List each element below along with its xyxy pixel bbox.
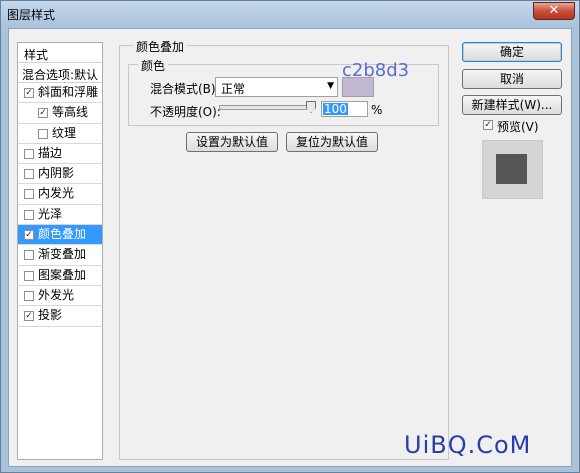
style-item-checkbox[interactable]: ✓ bbox=[24, 88, 34, 98]
hex-annotation: c2b8d3 bbox=[342, 60, 410, 81]
style-item[interactable]: 内阴影 bbox=[18, 164, 102, 185]
style-item[interactable]: ✓ 颜色叠加 bbox=[18, 225, 102, 246]
dialog-client: 样式 混合选项:默认 ✓ 斜面和浮雕 ✓ 等高线纹理描边内阴影内发光光泽 ✓ 颜色叠加渐变… bbox=[8, 28, 572, 467]
close-button[interactable]: ✕ bbox=[533, 2, 575, 20]
style-item[interactable]: 纹理 bbox=[18, 124, 102, 144]
opacity-value: 100 bbox=[323, 102, 348, 116]
style-item-checkbox[interactable] bbox=[38, 128, 48, 139]
style-item-checkbox[interactable]: ✓ bbox=[24, 230, 34, 241]
blend-mode-value: 正常 bbox=[221, 82, 246, 96]
style-item[interactable]: 图案叠加 bbox=[18, 266, 102, 286]
style-item-checkbox[interactable] bbox=[24, 189, 34, 200]
style-item-label: 内发光 bbox=[38, 186, 75, 201]
blend-mode-select[interactable]: 正常 ▼ bbox=[215, 77, 338, 97]
style-item-label: 外发光 bbox=[38, 287, 75, 302]
chevron-down-icon: ▼ bbox=[327, 81, 334, 91]
opacity-unit: % bbox=[371, 103, 383, 117]
preview-label: 预览(V) bbox=[497, 120, 539, 134]
style-item[interactable]: 描边 bbox=[18, 144, 102, 165]
style-item-checkbox[interactable] bbox=[24, 169, 34, 180]
ok-button[interactable]: 确定 bbox=[462, 42, 562, 62]
style-item[interactable]: ✓ 投影 bbox=[18, 306, 102, 327]
style-item[interactable]: 外发光 bbox=[18, 286, 102, 307]
style-item-label: 纹理 bbox=[52, 125, 77, 140]
style-item[interactable]: ✓ 斜面和浮雕 bbox=[18, 83, 102, 104]
color-group-title: 颜色 bbox=[138, 57, 169, 74]
style-item[interactable]: 内发光 bbox=[18, 184, 102, 205]
style-item-label: 投影 bbox=[38, 308, 63, 323]
style-list-header[interactable]: 样式 bbox=[18, 43, 102, 63]
style-item-checkbox[interactable] bbox=[24, 209, 34, 220]
style-item-checkbox[interactable] bbox=[24, 148, 34, 159]
opacity-label: 不透明度(O): bbox=[150, 105, 221, 119]
style-item-checkbox[interactable] bbox=[24, 250, 34, 261]
style-item[interactable]: 渐变叠加 bbox=[18, 245, 102, 266]
style-item[interactable]: ✓ 等高线 bbox=[18, 103, 102, 124]
preview-thumbnail bbox=[496, 154, 527, 184]
new-style-button[interactable]: 新建样式(W)... bbox=[462, 95, 562, 115]
title-bar[interactable]: 图层样式 ✕ bbox=[1, 1, 579, 27]
cancel-button[interactable]: 取消 bbox=[462, 69, 562, 89]
set-default-button[interactable]: 设置为默认值 bbox=[186, 132, 278, 152]
style-items: ✓ 斜面和浮雕 ✓ 等高线纹理描边内阴影内发光光泽 ✓ 颜色叠加渐变叠加图案叠加外发光 ✓ 投… bbox=[18, 83, 102, 327]
style-item-checkbox[interactable]: ✓ bbox=[38, 108, 48, 119]
style-item-checkbox[interactable] bbox=[24, 290, 34, 301]
style-item[interactable]: 光泽 bbox=[18, 205, 102, 226]
style-item-label: 内阴影 bbox=[38, 166, 75, 181]
style-item-label: 斜面和浮雕 bbox=[38, 85, 99, 99]
style-item-label: 光泽 bbox=[38, 206, 63, 221]
watermark: UiBQ.CoM bbox=[404, 431, 532, 459]
blend-mode-label: 混合模式(B): bbox=[150, 82, 220, 96]
style-item-checkbox[interactable] bbox=[24, 270, 34, 281]
style-item-label: 等高线 bbox=[52, 105, 89, 120]
blend-options-item[interactable]: 混合选项:默认 bbox=[18, 63, 102, 83]
reset-default-button[interactable]: 复位为默认值 bbox=[286, 132, 378, 152]
style-item-checkbox[interactable]: ✓ bbox=[24, 311, 34, 322]
preview-checkbox[interactable]: ✓ bbox=[483, 120, 493, 130]
style-item-label: 颜色叠加 bbox=[38, 227, 87, 242]
color-overlay-title: 颜色叠加 bbox=[133, 38, 188, 55]
style-item-label: 图案叠加 bbox=[38, 267, 87, 282]
opacity-input[interactable]: 100 bbox=[321, 101, 368, 117]
style-preview bbox=[482, 140, 543, 199]
style-list: 样式 混合选项:默认 ✓ 斜面和浮雕 ✓ 等高线纹理描边内阴影内发光光泽 ✓ 颜色叠加渐变… bbox=[17, 42, 103, 460]
style-item-label: 描边 bbox=[38, 145, 63, 160]
window-title: 图层样式 bbox=[7, 8, 56, 22]
opacity-slider-track[interactable] bbox=[219, 105, 315, 110]
layer-style-dialog: 图层样式 ✕ 样式 混合选项:默认 ✓ 斜面和浮雕 ✓ 等高线纹理描边内阴影内发光光泽… bbox=[0, 0, 580, 473]
style-item-label: 渐变叠加 bbox=[38, 247, 87, 262]
